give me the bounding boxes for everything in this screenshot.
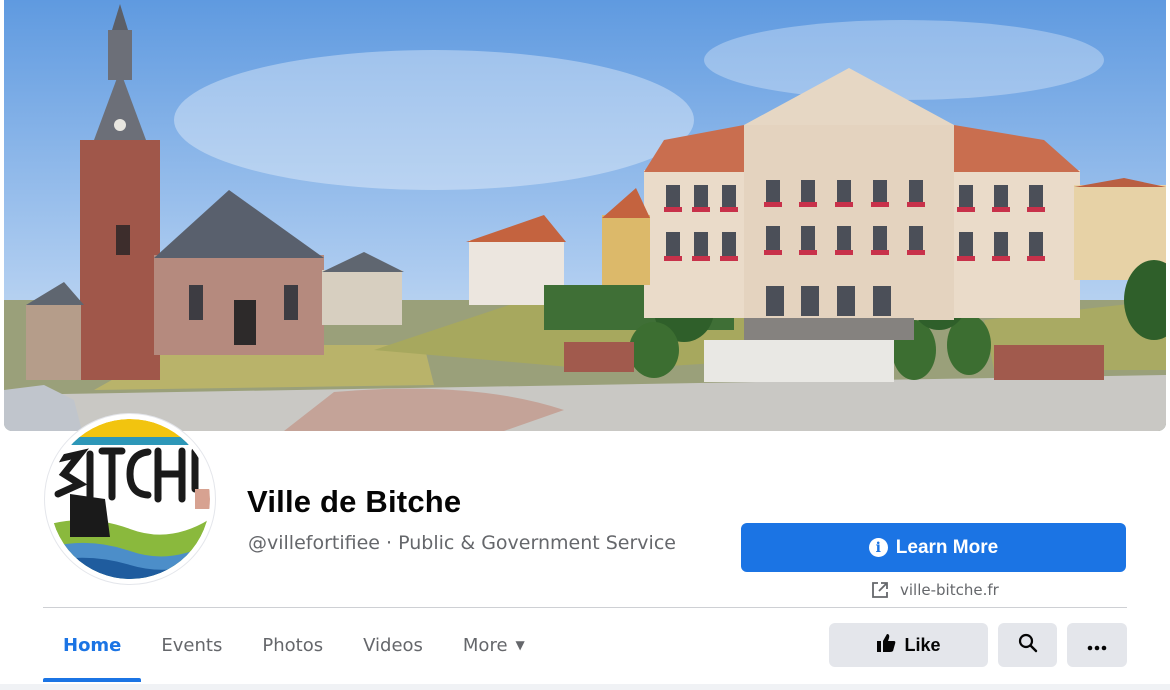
search-button[interactable] — [998, 623, 1057, 667]
tab-videos[interactable]: Videos — [343, 612, 443, 678]
external-link-icon — [870, 580, 890, 600]
more-dots-icon — [1087, 635, 1107, 656]
search-icon — [1018, 633, 1038, 658]
info-icon: i — [868, 538, 888, 557]
tab-videos-label: Videos — [363, 634, 423, 656]
page-tabs: Home Events Photos Videos More ▼ — [43, 612, 545, 682]
cover-photo[interactable] — [4, 0, 1166, 431]
tab-events[interactable]: Events — [141, 612, 242, 678]
website-link[interactable]: ville-bitche.fr — [870, 578, 999, 602]
tab-home-label: Home — [63, 634, 122, 656]
tab-events-label: Events — [161, 634, 223, 656]
learn-more-button[interactable]: i Learn More — [741, 523, 1126, 572]
header-divider — [43, 607, 1127, 608]
thumbs-up-icon — [876, 633, 896, 658]
bitche-logo — [50, 419, 210, 579]
caret-down-icon: ▼ — [515, 638, 525, 652]
website-label: ville-bitche.fr — [900, 581, 999, 599]
learn-more-label: Learn More — [895, 536, 999, 558]
like-button[interactable]: Like — [829, 623, 988, 667]
tab-more[interactable]: More ▼ — [443, 612, 545, 678]
page-background-band — [0, 684, 1170, 690]
page-handle-category: @villefortifiee · Public & Government Se… — [248, 532, 676, 554]
tab-more-label: More — [462, 634, 508, 656]
tab-photos[interactable]: Photos — [242, 612, 343, 678]
like-label: Like — [904, 634, 941, 655]
page-title: Ville de Bitche — [247, 484, 462, 519]
tab-home[interactable]: Home — [43, 612, 142, 682]
more-options-button[interactable] — [1067, 623, 1127, 667]
profile-picture[interactable] — [44, 413, 216, 585]
tab-photos-label: Photos — [262, 634, 324, 656]
